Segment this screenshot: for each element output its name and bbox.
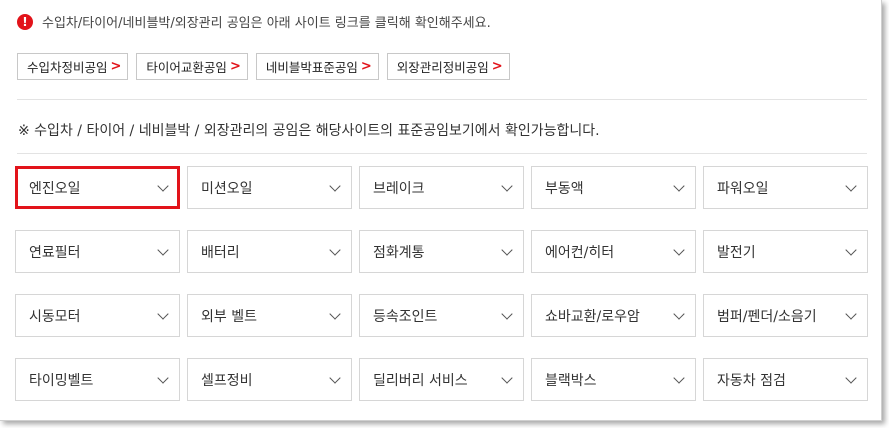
category-label: 시동모터 [29, 308, 81, 325]
category-select[interactable]: 부동액 [531, 166, 696, 209]
category-select[interactable]: 범퍼/펜더/소음기 [703, 294, 868, 337]
category-select[interactable]: 등속조인트 [359, 294, 524, 337]
chevron-down-icon [845, 307, 857, 320]
info-text: ※ 수입차 / 타이어 / 네비블박 / 외장관리의 공임은 해당사이트의 표준… [18, 123, 600, 139]
category-select[interactable]: 미션오일 [187, 166, 352, 209]
category-select[interactable]: 쇼바교환/로우암 [531, 294, 696, 337]
chevron-down-icon [329, 179, 341, 192]
category-label: 발전기 [717, 244, 756, 261]
category-label: 엔진오일 [29, 180, 81, 197]
chevron-right-icon: > [110, 59, 122, 74]
chevron-down-icon [673, 307, 685, 320]
link-label: 타이어교환공임 [146, 60, 227, 75]
category-label: 셀프정비 [201, 372, 253, 389]
category-label: 자동차 점검 [717, 372, 786, 389]
category-select[interactable]: 셀프정비 [187, 358, 352, 401]
category-select[interactable]: 연료필터 [15, 230, 180, 273]
chevron-down-icon [329, 371, 341, 384]
chevron-down-icon [157, 307, 169, 320]
notice-text: 수입차/타이어/네비블박/외장관리 공임은 아래 사이트 링크를 클릭해 확인해… [42, 16, 491, 31]
chevron-down-icon [501, 243, 513, 256]
category-label: 브레이크 [373, 180, 425, 197]
chevron-down-icon [845, 243, 857, 256]
chevron-down-icon [157, 179, 169, 192]
chevron-right-icon: > [229, 59, 241, 74]
category-select[interactable]: 파워오일 [703, 166, 868, 209]
chevron-right-icon: > [360, 59, 372, 74]
chevron-down-icon [673, 371, 685, 384]
category-label: 부동액 [545, 180, 584, 197]
category-label: 외부 벨트 [201, 308, 257, 325]
category-select[interactable]: 점화계통 [359, 230, 524, 273]
divider [17, 99, 867, 100]
category-label: 등속조인트 [373, 308, 438, 325]
link-tire-change-labor[interactable]: 타이어교환공임 > [136, 53, 248, 80]
link-import-car-labor[interactable]: 수입차정비공임 > [17, 53, 129, 80]
chevron-down-icon [329, 243, 341, 256]
chevron-down-icon [501, 307, 513, 320]
chevron-down-icon [673, 243, 685, 256]
category-label: 에어컨/히터 [545, 244, 615, 261]
category-grid: 엔진오일 미션오일 브레이크 부동액 파워오일연료필터 배터리 점화계통 에어컨/히터 발전기시… [15, 166, 868, 401]
category-label: 블랙박스 [545, 372, 597, 389]
category-select[interactable]: 블랙박스 [531, 358, 696, 401]
category-select[interactable]: 시동모터 [15, 294, 180, 337]
link-navi-blackbox-labor[interactable]: 네비블박표준공임 > [255, 53, 379, 80]
category-label: 파워오일 [717, 180, 769, 197]
category-select[interactable]: 에어컨/히터 [531, 230, 696, 273]
chevron-down-icon [673, 179, 685, 192]
chevron-right-icon: > [491, 59, 503, 74]
category-label: 범퍼/펜더/소음기 [717, 308, 817, 325]
category-label: 미션오일 [201, 180, 253, 197]
link-exterior-care-labor[interactable]: 외장관리정비공임 > [386, 53, 510, 80]
link-label: 네비블박표준공임 [265, 60, 358, 75]
category-select[interactable]: 자동차 점검 [703, 358, 868, 401]
category-select[interactable]: 브레이크 [359, 166, 524, 209]
category-label: 점화계통 [373, 244, 425, 261]
chevron-down-icon [501, 371, 513, 384]
alert-circle-icon: ! [17, 13, 33, 30]
link-label: 외장관리정비공임 [396, 60, 489, 75]
divider [17, 153, 867, 154]
link-label: 수입차정비공임 [27, 60, 108, 75]
chevron-down-icon [329, 307, 341, 320]
chevron-down-icon [157, 243, 169, 256]
category-label: 배터리 [201, 244, 240, 261]
chevron-down-icon [501, 179, 513, 192]
category-select[interactable]: 엔진오일 [15, 166, 180, 209]
chevron-down-icon [845, 371, 857, 384]
category-select[interactable]: 발전기 [703, 230, 868, 273]
notice: ! 수입차/타이어/네비블박/외장관리 공임은 아래 사이트 링크를 클릭해 확… [17, 12, 491, 31]
external-links: 수입차정비공임 > 타이어교환공임 > 네비블박표준공임 > 외장관리정비공임 > [17, 53, 510, 80]
category-select[interactable]: 외부 벨트 [187, 294, 352, 337]
category-label: 연료필터 [29, 244, 81, 261]
chevron-down-icon [157, 371, 169, 384]
category-select[interactable]: 타이밍벨트 [15, 358, 180, 401]
category-label: 딜리버리 서비스 [373, 372, 468, 389]
category-label: 타이밍벨트 [29, 372, 94, 389]
category-select[interactable]: 배터리 [187, 230, 352, 273]
panel-frame: ! 수입차/타이어/네비블박/외장관리 공임은 아래 사이트 링크를 클릭해 확… [0, 0, 882, 421]
category-label: 쇼바교환/로우암 [545, 308, 640, 325]
chevron-down-icon [845, 179, 857, 192]
category-select[interactable]: 딜리버리 서비스 [359, 358, 524, 401]
